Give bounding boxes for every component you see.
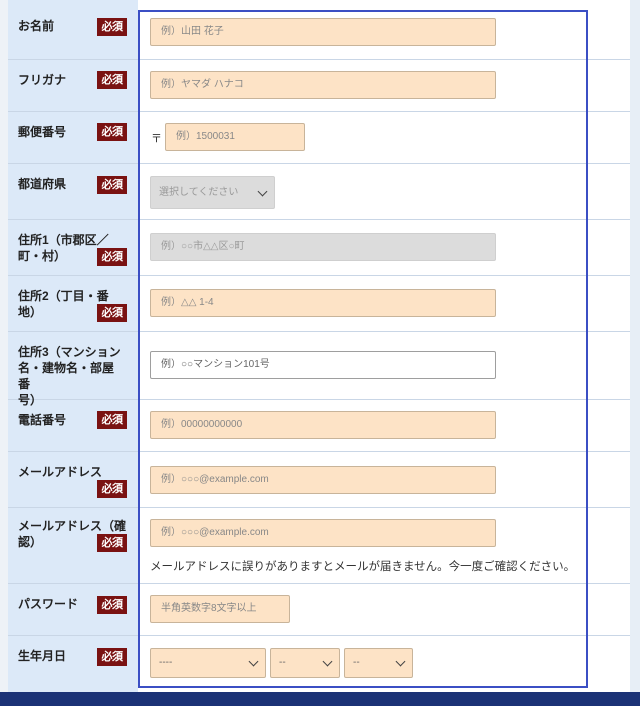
email-confirm-input[interactable]: 例）○○○@example.com bbox=[150, 519, 496, 547]
required-badge: 必須 bbox=[97, 304, 127, 322]
birth-month-select[interactable]: -- bbox=[270, 648, 340, 678]
address3-label: 住所3（マンション 名・建物名・部屋番 号） bbox=[18, 344, 123, 408]
phone-input[interactable]: 例）00000000000 bbox=[150, 411, 496, 439]
row-prefecture: 都道府県 必須 選択してください bbox=[8, 164, 630, 220]
phone-label: 電話番号 bbox=[18, 413, 67, 427]
birth-day-value: -- bbox=[353, 657, 360, 668]
birthdate-label: 生年月日 bbox=[18, 649, 67, 663]
email-input[interactable]: 例）○○○@example.com bbox=[150, 466, 496, 494]
email-label: メールアドレス bbox=[18, 465, 103, 479]
password-input[interactable]: 半角英数字8文字以上 bbox=[150, 595, 290, 623]
row-postal: 郵便番号 必須 〒 例）1500031 bbox=[8, 112, 630, 164]
birth-day-select[interactable]: -- bbox=[344, 648, 413, 678]
chevron-down-icon bbox=[322, 656, 333, 667]
required-badge: 必須 bbox=[97, 411, 127, 429]
birth-year-value: ---- bbox=[159, 657, 173, 668]
registration-form: お名前 必須 例）山田 花子 フリガナ 必須 例）ヤマダ ハナコ 郵便番号 必須… bbox=[0, 0, 640, 706]
address3-label-line1: 住所3（マンション bbox=[18, 345, 121, 359]
right-margin bbox=[630, 0, 640, 692]
row-address3: 住所3（マンション 名・建物名・部屋番 号） 例）○○マンション101号 bbox=[8, 332, 630, 407]
address1-label-line1: 住所1（市郡区／ bbox=[18, 233, 109, 247]
required-badge: 必須 bbox=[97, 18, 127, 36]
required-badge: 必須 bbox=[97, 480, 127, 498]
row-address1: 住所1（市郡区／ 町・村） 必須 例）○○市△△区○町 bbox=[8, 220, 630, 276]
prefecture-select-value: 選択してください bbox=[159, 187, 239, 198]
row-password: パスワード 必須 半角英数字8文字以上 bbox=[8, 584, 630, 636]
chevron-down-icon bbox=[395, 656, 406, 667]
furigana-label: フリガナ bbox=[18, 73, 67, 87]
password-label: パスワード bbox=[18, 597, 79, 611]
email-note: メールアドレスに誤りがありますとメールが届きません。今一度ご確認ください。 bbox=[150, 561, 576, 573]
name-input[interactable]: 例）山田 花子 bbox=[150, 18, 496, 46]
row-birthdate: 生年月日 必須 ---- -- -- bbox=[8, 636, 630, 692]
required-badge: 必須 bbox=[97, 71, 127, 89]
birth-month-value: -- bbox=[279, 657, 286, 668]
birth-year-select[interactable]: ---- bbox=[150, 648, 266, 678]
address3-input[interactable]: 例）○○マンション101号 bbox=[150, 351, 496, 379]
required-badge: 必須 bbox=[97, 534, 127, 552]
row-furigana: フリガナ 必須 例）ヤマダ ハナコ bbox=[8, 60, 630, 112]
furigana-input[interactable]: 例）ヤマダ ハナコ bbox=[150, 71, 496, 99]
required-badge: 必須 bbox=[97, 248, 127, 266]
postal-mark: 〒 bbox=[151, 133, 162, 145]
required-badge: 必須 bbox=[97, 596, 127, 614]
address1-input[interactable]: 例）○○市△△区○町 bbox=[150, 233, 496, 261]
postal-input[interactable]: 例）1500031 bbox=[165, 123, 305, 151]
row-address2: 住所2（丁目・番 地） 必須 例）△△ 1-4 bbox=[8, 276, 630, 332]
prefecture-select[interactable]: 選択してください bbox=[150, 176, 275, 209]
chevron-down-icon bbox=[248, 656, 259, 667]
required-badge: 必須 bbox=[97, 648, 127, 666]
address2-input[interactable]: 例）△△ 1-4 bbox=[150, 289, 496, 317]
required-badge: 必須 bbox=[97, 123, 127, 141]
address2-label-line1: 住所2（丁目・番 bbox=[18, 289, 109, 303]
left-margin bbox=[0, 0, 8, 692]
row-email: メールアドレス 必須 例）○○○@example.com bbox=[8, 452, 630, 508]
address3-label-line2: 名・建物名・部屋番 bbox=[18, 361, 115, 391]
email-confirm-label-line1: メールアドレス（確 bbox=[18, 519, 127, 533]
row-email-confirm: メールアドレス（確 認） 必須 例）○○○@example.com メールアドレ… bbox=[8, 508, 630, 584]
postal-label: 郵便番号 bbox=[18, 125, 67, 139]
chevron-down-icon bbox=[257, 186, 268, 197]
footer-bar bbox=[0, 692, 640, 706]
row-phone: 電話番号 必須 例）00000000000 bbox=[8, 400, 630, 452]
required-badge: 必須 bbox=[97, 176, 127, 194]
row-name: お名前 必須 例）山田 花子 bbox=[8, 0, 630, 60]
name-label: お名前 bbox=[18, 19, 55, 33]
prefecture-label: 都道府県 bbox=[18, 177, 67, 191]
